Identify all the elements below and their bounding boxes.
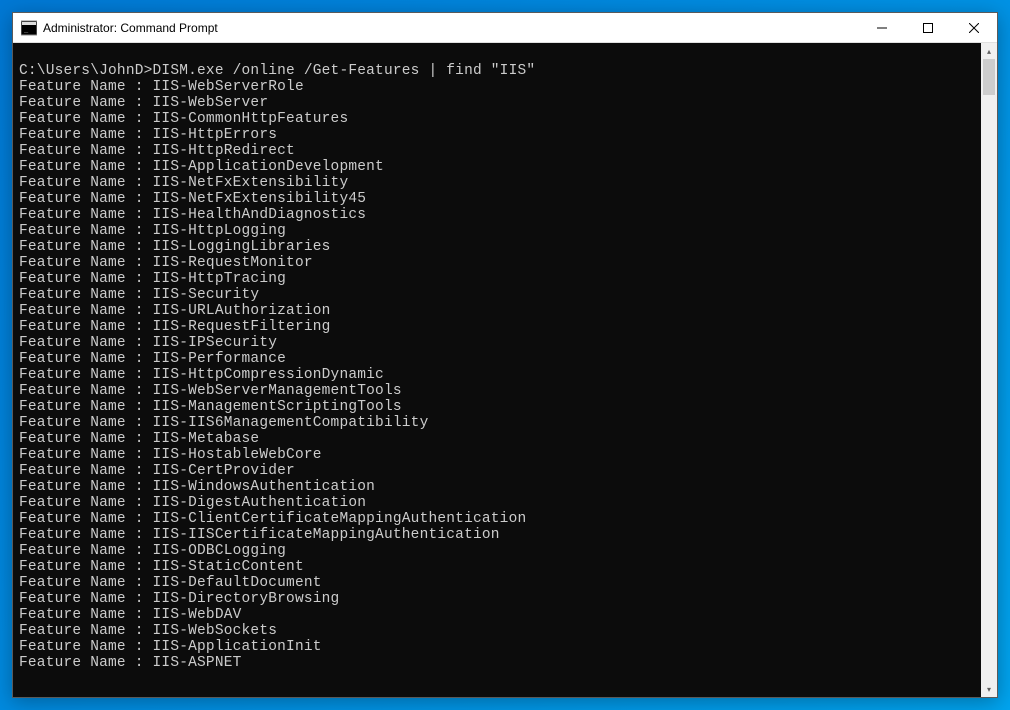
feature-line: Feature Name : IIS-ManagementScriptingTo…: [19, 399, 975, 415]
command-line: C:\Users\JohnD>DISM.exe /online /Get-Fea…: [19, 63, 975, 79]
feature-line: Feature Name : IIS-HostableWebCore: [19, 447, 975, 463]
window-controls: [859, 13, 997, 42]
scroll-down-arrow[interactable]: ▾: [981, 681, 997, 697]
feature-line: Feature Name : IIS-HttpTracing: [19, 271, 975, 287]
feature-line: Feature Name : IIS-RequestFiltering: [19, 319, 975, 335]
feature-line: Feature Name : IIS-HttpCompressionDynami…: [19, 367, 975, 383]
feature-line: Feature Name : IIS-HealthAndDiagnostics: [19, 207, 975, 223]
feature-line: Feature Name : IIS-DigestAuthentication: [19, 495, 975, 511]
feature-line: Feature Name : IIS-WebDAV: [19, 607, 975, 623]
scroll-up-arrow[interactable]: ▴: [981, 43, 997, 59]
feature-line: Feature Name : IIS-IPSecurity: [19, 335, 975, 351]
feature-line: Feature Name : IIS-ODBCLogging: [19, 543, 975, 559]
scrollbar-track[interactable]: [981, 59, 997, 681]
feature-line: Feature Name : IIS-ASPNET: [19, 655, 975, 671]
close-button[interactable]: [951, 13, 997, 42]
vertical-scrollbar[interactable]: ▴ ▾: [981, 43, 997, 697]
feature-line: Feature Name : IIS-CommonHttpFeatures: [19, 111, 975, 127]
feature-line: Feature Name : IIS-StaticContent: [19, 559, 975, 575]
feature-line: Feature Name : IIS-NetFxExtensibility: [19, 175, 975, 191]
feature-line: Feature Name : IIS-DefaultDocument: [19, 575, 975, 591]
feature-line: Feature Name : IIS-WebServerManagementTo…: [19, 383, 975, 399]
feature-line: Feature Name : IIS-CertProvider: [19, 463, 975, 479]
feature-line: Feature Name : IIS-WebServer: [19, 95, 975, 111]
cmd-icon: _: [21, 20, 37, 36]
feature-line: Feature Name : IIS-ClientCertificateMapp…: [19, 511, 975, 527]
feature-line: Feature Name : IIS-ApplicationInit: [19, 639, 975, 655]
feature-line: Feature Name : IIS-HttpRedirect: [19, 143, 975, 159]
feature-line: Feature Name : IIS-DirectoryBrowsing: [19, 591, 975, 607]
command-prompt-window: _ Administrator: Command Prompt C:\Users…: [12, 12, 998, 698]
titlebar[interactable]: _ Administrator: Command Prompt: [13, 13, 997, 43]
scrollbar-thumb[interactable]: [983, 59, 995, 95]
feature-line: Feature Name : IIS-WebServerRole: [19, 79, 975, 95]
window-title: Administrator: Command Prompt: [43, 21, 859, 35]
feature-line: Feature Name : IIS-HttpLogging: [19, 223, 975, 239]
feature-line: Feature Name : IIS-RequestMonitor: [19, 255, 975, 271]
feature-line: Feature Name : IIS-IISCertificateMapping…: [19, 527, 975, 543]
terminal-line: [19, 47, 975, 63]
feature-line: Feature Name : IIS-LoggingLibraries: [19, 239, 975, 255]
feature-line: Feature Name : IIS-Metabase: [19, 431, 975, 447]
feature-line: Feature Name : IIS-WindowsAuthentication: [19, 479, 975, 495]
terminal-output[interactable]: C:\Users\JohnD>DISM.exe /online /Get-Fea…: [13, 43, 981, 697]
feature-line: Feature Name : IIS-Performance: [19, 351, 975, 367]
content-area: C:\Users\JohnD>DISM.exe /online /Get-Fea…: [13, 43, 997, 697]
feature-line: Feature Name : IIS-HttpErrors: [19, 127, 975, 143]
feature-line: Feature Name : IIS-URLAuthorization: [19, 303, 975, 319]
maximize-button[interactable]: [905, 13, 951, 42]
feature-line: Feature Name : IIS-ApplicationDevelopmen…: [19, 159, 975, 175]
feature-line: Feature Name : IIS-NetFxExtensibility45: [19, 191, 975, 207]
feature-line: Feature Name : IIS-IIS6ManagementCompati…: [19, 415, 975, 431]
feature-line: Feature Name : IIS-WebSockets: [19, 623, 975, 639]
minimize-button[interactable]: [859, 13, 905, 42]
feature-line: Feature Name : IIS-Security: [19, 287, 975, 303]
